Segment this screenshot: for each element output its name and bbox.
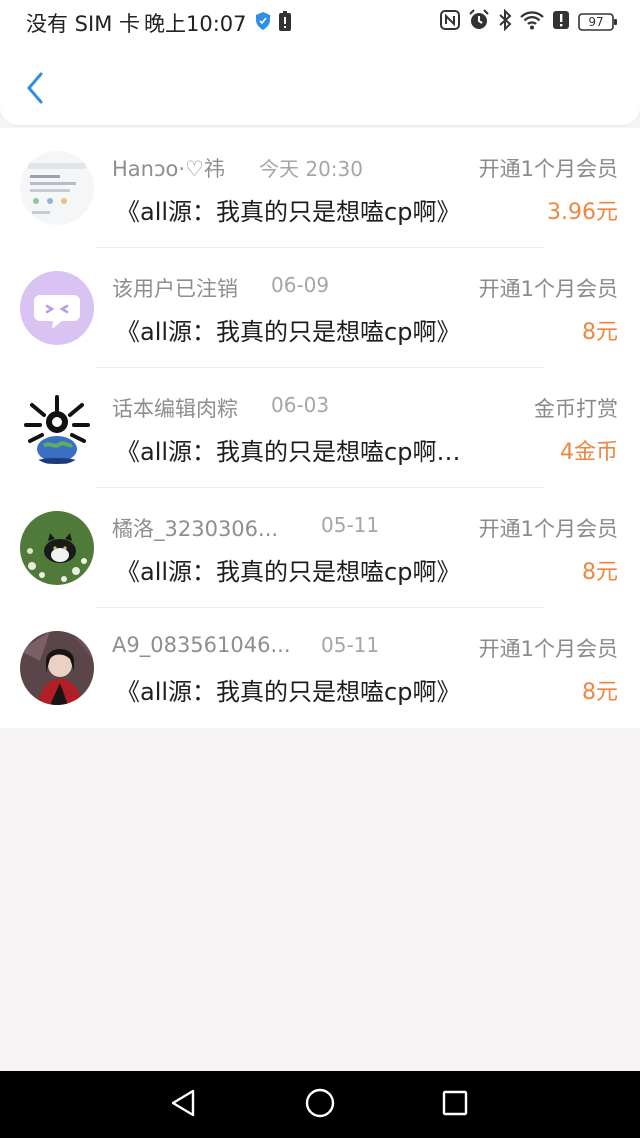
book-title: 《all源：我真的只是想嗑cp啊… xyxy=(116,438,461,466)
chevron-left-icon xyxy=(26,72,44,108)
list-item[interactable]: 话本编辑肉粽 06-03 金币打赏 《all源：我真的只是想嗑cp啊… 4金币 xyxy=(0,368,640,488)
income-record-list: Hanↄo·♡祎 今天 20:30 开通1个月会员 《all源：我真的只是想嗑c… xyxy=(0,128,640,728)
alert-icon xyxy=(278,10,291,36)
list-item[interactable]: A9_083561046... 05-11 开通1个月会员 《all源：我真的只… xyxy=(0,608,640,728)
portrait-avatar[interactable] xyxy=(20,631,94,705)
nav-home-button[interactable] xyxy=(300,1087,340,1123)
nfc-icon xyxy=(440,10,460,34)
nav-back-button[interactable] xyxy=(163,1087,203,1123)
list-item[interactable]: Hanↄo·♡祎 今天 20:30 开通1个月会员 《all源：我真的只是想嗑c… xyxy=(0,128,640,248)
record-type: 开通1个月会员 xyxy=(478,157,618,181)
cat-avatar[interactable] xyxy=(20,511,94,585)
user-name: 该用户已注销 xyxy=(112,277,238,301)
book-title: 《all源：我真的只是想嗑cp啊》 xyxy=(116,318,461,346)
back-button[interactable] xyxy=(18,70,52,110)
record-date: 05-11 xyxy=(321,513,380,537)
home-circle-icon xyxy=(304,1087,336,1123)
globe-avatar[interactable] xyxy=(20,391,94,465)
user-name: Hanↄo·♡祎 xyxy=(112,157,225,181)
battery-level: 97 xyxy=(588,15,604,29)
record-date: 今天 20:30 xyxy=(259,157,363,181)
book-title: 《all源：我真的只是想嗑cp啊》 xyxy=(116,198,461,226)
list-item[interactable]: 橘洛_3230306... 05-11 开通1个月会员 《all源：我真的只是想… xyxy=(0,488,640,608)
screen: 没有 SIM 卡 晚上10:07 97 Hanↄo·♡祎 今天 20:30 开通… xyxy=(0,0,640,1138)
back-triangle-icon xyxy=(169,1088,197,1122)
record-date: 06-09 xyxy=(271,273,330,297)
time-text: 晚上10:07 xyxy=(144,12,247,36)
record-type: 开通1个月会员 xyxy=(478,277,618,301)
record-amount: 3.96元 xyxy=(547,200,618,225)
battery-icon: 97 xyxy=(578,12,618,32)
wifi-icon xyxy=(520,10,544,34)
chat-bubble-avatar[interactable] xyxy=(20,271,94,345)
status-left: 没有 SIM 卡 晚上10:07 xyxy=(26,8,291,38)
system-nav-bar xyxy=(0,1071,640,1138)
status-right: 97 xyxy=(440,8,618,35)
record-amount: 8元 xyxy=(582,320,618,345)
user-name: A9_083561046... xyxy=(112,633,291,657)
carrier-text: 没有 SIM 卡 xyxy=(26,12,140,36)
user-name: 话本编辑肉粽 xyxy=(112,397,238,421)
book-title: 《all源：我真的只是想嗑cp啊》 xyxy=(116,678,461,706)
shield-icon xyxy=(255,11,271,35)
user-name: 橘洛_3230306... xyxy=(112,517,279,541)
recents-square-icon xyxy=(441,1089,469,1121)
screenshot-thumbnail-avatar[interactable] xyxy=(20,151,94,225)
book-title: 《all源：我真的只是想嗑cp啊》 xyxy=(116,558,461,586)
nav-recents-button[interactable] xyxy=(435,1087,475,1123)
sim-alert-icon xyxy=(552,10,570,34)
alarm-icon xyxy=(468,9,490,35)
top-bar: 没有 SIM 卡 晚上10:07 97 xyxy=(0,0,640,125)
record-date: 06-03 xyxy=(271,393,330,417)
record-date: 05-11 xyxy=(321,633,380,657)
record-type: 金币打赏 xyxy=(534,397,618,421)
bluetooth-icon xyxy=(498,8,512,35)
record-type: 开通1个月会员 xyxy=(478,637,618,661)
record-amount: 4金币 xyxy=(560,440,618,465)
record-amount: 8元 xyxy=(582,680,618,705)
list-item[interactable]: 该用户已注销 06-09 开通1个月会员 《all源：我真的只是想嗑cp啊》 8… xyxy=(0,248,640,368)
record-amount: 8元 xyxy=(582,560,618,585)
record-type: 开通1个月会员 xyxy=(478,517,618,541)
